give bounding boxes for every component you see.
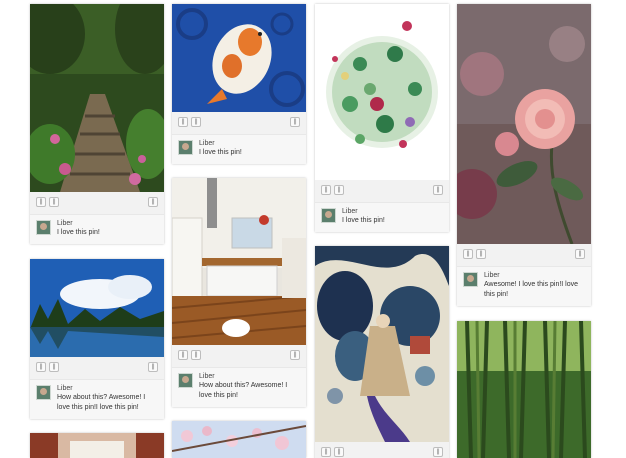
pin-card[interactable]: || || || Liber How about this? Awesome! … bbox=[30, 259, 164, 419]
comment-user[interactable]: Liber bbox=[484, 271, 586, 280]
avatar[interactable] bbox=[36, 220, 51, 235]
comment-text: I love this pin! bbox=[57, 229, 100, 236]
comment-user[interactable]: Liber bbox=[342, 207, 444, 216]
repin-button[interactable]: || bbox=[36, 362, 46, 372]
pin-image[interactable] bbox=[172, 421, 306, 458]
pin-action-bar: || || || bbox=[457, 244, 591, 266]
pin-card[interactable]: || || || Liber I love this pin! bbox=[315, 4, 449, 232]
repin-button[interactable]: || bbox=[178, 350, 188, 360]
comment-button[interactable]: || bbox=[433, 447, 443, 457]
pin-card[interactable]: || || || Liber How about this? Awesome! … bbox=[172, 178, 306, 407]
comment-text: Awesome! I love this pin!I love this pin… bbox=[484, 281, 579, 298]
comment-button[interactable]: || bbox=[148, 197, 158, 207]
pin-action-bar: || || || bbox=[172, 345, 306, 367]
pin-card[interactable]: || || || Liber Awesome! I love this pin!… bbox=[457, 4, 591, 306]
like-button[interactable]: || bbox=[334, 185, 344, 195]
pin-card[interactable]: || || || Liber I love this pin! bbox=[172, 4, 306, 164]
comment-text: I love this pin! bbox=[199, 149, 242, 156]
repin-button[interactable]: || bbox=[36, 197, 46, 207]
repin-button[interactable]: || bbox=[178, 117, 188, 127]
pin-action-bar: || || || bbox=[30, 357, 164, 379]
pin-card[interactable]: || || || Liber I love this pin! bbox=[30, 4, 164, 244]
like-button[interactable]: || bbox=[49, 197, 59, 207]
comment-text: How about this? Awesome! I love this pin… bbox=[199, 382, 288, 399]
pin-card[interactable]: || || || bbox=[315, 246, 449, 458]
pin-image[interactable] bbox=[172, 4, 306, 112]
avatar[interactable] bbox=[321, 208, 336, 223]
pin-image[interactable] bbox=[30, 4, 164, 192]
avatar[interactable] bbox=[178, 140, 193, 155]
like-button[interactable]: || bbox=[49, 362, 59, 372]
comment-button[interactable]: || bbox=[290, 350, 300, 360]
pin-action-bar: || || || bbox=[172, 112, 306, 134]
comment-button[interactable]: || bbox=[148, 362, 158, 372]
pin-action-bar: || || || bbox=[315, 180, 449, 202]
like-button[interactable]: || bbox=[334, 447, 344, 457]
like-button[interactable]: || bbox=[191, 117, 201, 127]
repin-button[interactable]: || bbox=[321, 447, 331, 457]
pin-comment: Liber I love this pin! bbox=[172, 134, 306, 164]
pin-card[interactable] bbox=[172, 421, 306, 458]
avatar[interactable] bbox=[463, 272, 478, 287]
comment-user[interactable]: Liber bbox=[57, 384, 159, 393]
pin-action-bar: || || || bbox=[30, 192, 164, 214]
pin-image[interactable] bbox=[30, 433, 164, 458]
comment-button[interactable]: || bbox=[290, 117, 300, 127]
pin-image[interactable] bbox=[315, 246, 449, 442]
repin-button[interactable]: || bbox=[321, 185, 331, 195]
comment-text: I love this pin! bbox=[342, 217, 385, 224]
pin-comment: Liber I love this pin! bbox=[315, 202, 449, 232]
pin-image[interactable] bbox=[30, 259, 164, 357]
pin-card[interactable] bbox=[30, 433, 164, 458]
pin-image[interactable] bbox=[457, 4, 591, 244]
comment-user[interactable]: Liber bbox=[199, 139, 301, 148]
comment-user[interactable]: Liber bbox=[199, 372, 301, 381]
like-button[interactable]: || bbox=[191, 350, 201, 360]
pin-comment: Liber How about this? Awesome! I love th… bbox=[30, 379, 164, 419]
comment-button[interactable]: || bbox=[433, 185, 443, 195]
pin-card[interactable] bbox=[457, 321, 591, 458]
comment-user[interactable]: Liber bbox=[57, 219, 159, 228]
pin-comment: Liber How about this? Awesome! I love th… bbox=[172, 367, 306, 407]
comment-text: How about this? Awesome! I love this pin… bbox=[57, 394, 146, 411]
pin-action-bar: || || || bbox=[315, 442, 449, 458]
pin-image[interactable] bbox=[457, 321, 591, 458]
pin-comment: Liber I love this pin! bbox=[30, 214, 164, 244]
avatar[interactable] bbox=[36, 385, 51, 400]
like-button[interactable]: || bbox=[476, 249, 486, 259]
repin-button[interactable]: || bbox=[463, 249, 473, 259]
pin-comment: Liber Awesome! I love this pin!I love th… bbox=[457, 266, 591, 306]
avatar[interactable] bbox=[178, 373, 193, 388]
pin-image[interactable] bbox=[315, 4, 449, 180]
comment-button[interactable]: || bbox=[575, 249, 585, 259]
pin-image[interactable] bbox=[172, 178, 306, 345]
